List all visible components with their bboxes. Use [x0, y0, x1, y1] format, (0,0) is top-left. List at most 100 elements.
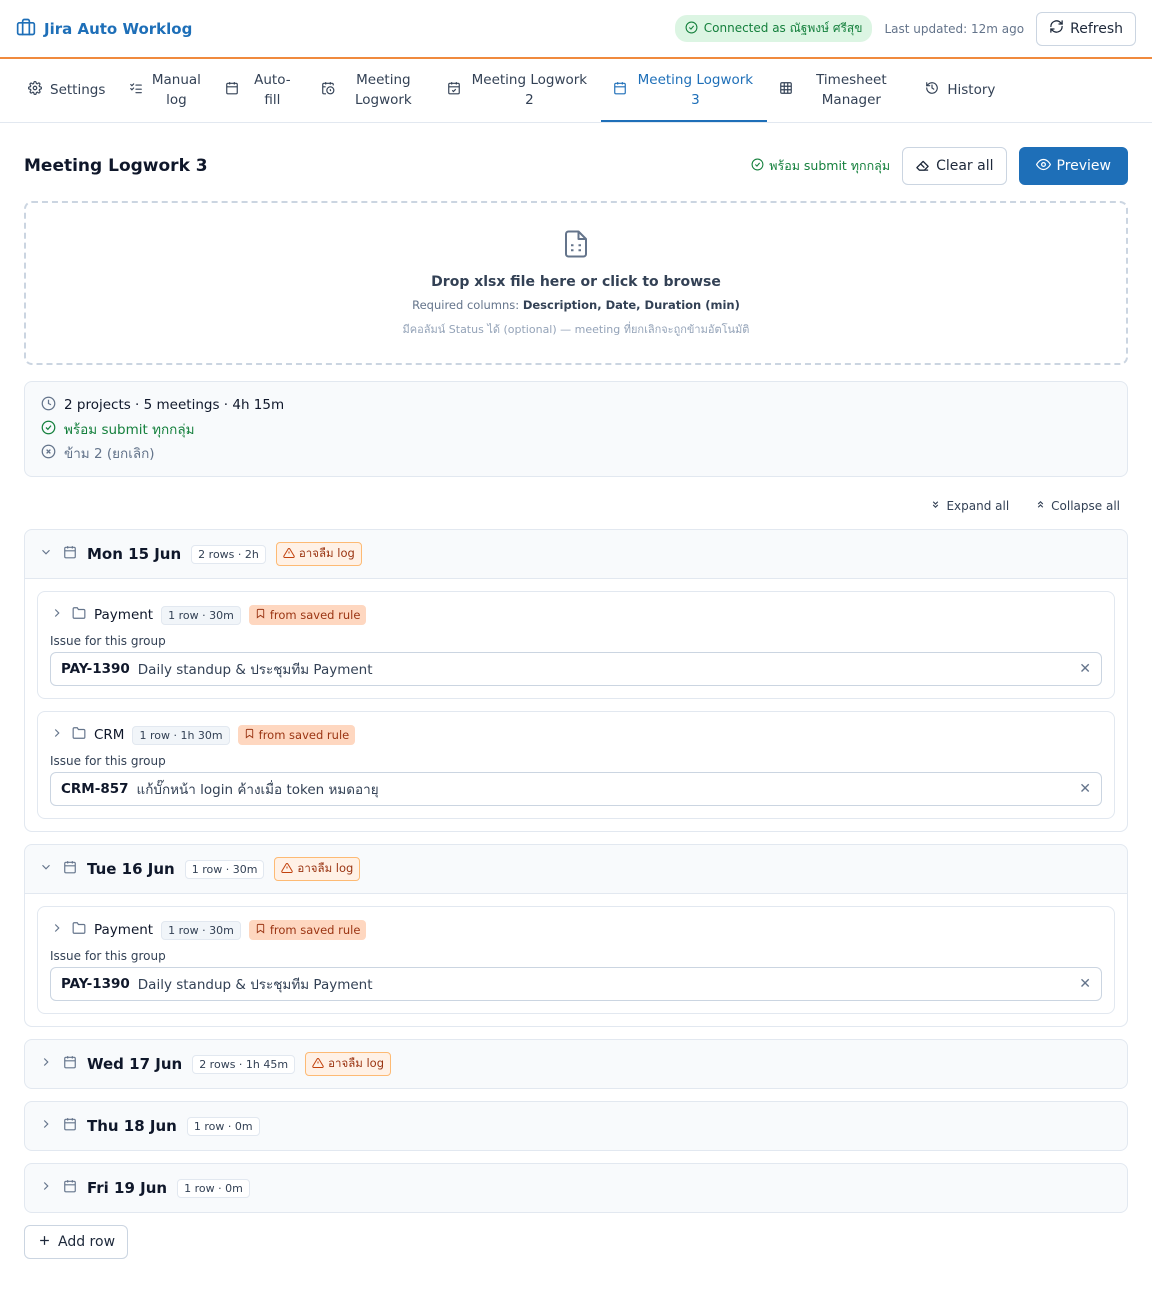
check-circle-icon [685, 21, 698, 37]
chevron-right-icon [39, 1055, 53, 1073]
tab-meeting-logwork-3[interactable]: Meeting Logwork 3 [601, 59, 768, 122]
day-header[interactable]: Thu 18 Jun 1 row · 0m [25, 1102, 1127, 1150]
summary-ready: พร้อม submit ทุกกลุ่ม [41, 420, 1111, 438]
issue-picker[interactable]: PAY-1390 Daily standup & ประชุมทีม Payme… [50, 967, 1102, 1001]
tab-label: History [947, 81, 996, 98]
calendar-icon [63, 1117, 77, 1135]
issue-picker[interactable]: CRM-857 แก้บั๊กหน้า login ค้างเมื่อ toke… [50, 772, 1102, 806]
check-circle-icon [41, 420, 56, 439]
calendar-icon [63, 545, 77, 563]
chevron-right-icon [50, 921, 64, 939]
day-header[interactable]: Tue 16 Jun 1 row · 30m อาจลืม log [25, 845, 1127, 893]
refresh-icon [1049, 19, 1064, 38]
app-title: Jira Auto Worklog [44, 19, 193, 38]
issue-key: CRM-857 [61, 781, 129, 797]
calendar-clock-icon [321, 81, 335, 99]
saved-rule-badge: from saved rule [237, 725, 356, 745]
day-title: Wed 17 Jun [87, 1055, 183, 1073]
project-group: CRM 1 row · 1h 30m from saved rule Issue… [37, 711, 1115, 819]
day-header[interactable]: Mon 15 Jun 2 rows · 2h อาจลืม log [25, 530, 1127, 578]
tab-settings[interactable]: Settings [16, 59, 117, 122]
chevron-right-icon [50, 726, 64, 744]
warning-badge: อาจลืม log [305, 1052, 392, 1076]
tab-auto-fill[interactable]: Auto-fill [213, 59, 309, 122]
file-dropzone[interactable]: Drop xlsx file here or click to browse R… [24, 201, 1128, 365]
refresh-button[interactable]: Refresh [1036, 11, 1136, 46]
x-circle-icon [41, 444, 56, 463]
saved-rule-badge: from saved rule [248, 920, 367, 940]
bookmark-icon [244, 728, 255, 742]
saved-rule-text: from saved rule [258, 728, 350, 742]
issue-picker[interactable]: PAY-1390 Daily standup & ประชุมทีม Payme… [50, 652, 1102, 686]
day-section: Fri 19 Jun 1 row · 0m [24, 1163, 1128, 1213]
warning-text: อาจลืม log [297, 861, 354, 875]
warning-text: อาจลืม log [298, 546, 355, 560]
group-header[interactable]: Payment 1 row · 30m from saved rule [50, 602, 1102, 628]
calendar-grid-icon [613, 81, 627, 99]
collapse-all-button[interactable]: Collapse all [1035, 497, 1120, 515]
dropzone-title: Drop xlsx file here or click to browse [431, 274, 721, 290]
tab-label: Settings [50, 81, 106, 98]
chevron-down-icon [39, 545, 53, 563]
group-name: Payment [94, 607, 154, 623]
summary-totals-text: 2 projects · 5 meetings · 4h 15m [64, 397, 285, 413]
warning-triangle-icon [281, 862, 294, 877]
tab-history[interactable]: History [913, 59, 1007, 122]
saved-rule-text: from saved rule [269, 923, 361, 937]
summary-ready-text: พร้อม submit ทุกกลุ่ม [64, 422, 195, 438]
group-header[interactable]: Payment 1 row · 30m from saved rule [50, 917, 1102, 943]
folder-icon [72, 726, 86, 744]
tab-timesheet-manager[interactable]: Timesheet Manager [767, 59, 913, 122]
group-header[interactable]: CRM 1 row · 1h 30m from saved rule [50, 722, 1102, 748]
tab-bar: Settings Manual log Auto-fill Meeting Lo… [0, 59, 1152, 123]
eye-icon [1035, 157, 1051, 176]
preview-label: Preview [1056, 158, 1112, 174]
issue-key: PAY-1390 [61, 976, 130, 992]
day-meta: 1 row · 30m [184, 859, 265, 879]
add-row-button[interactable]: Add row [24, 1225, 129, 1259]
tab-meeting-logwork[interactable]: Meeting Logwork [309, 59, 435, 122]
tab-label: Timesheet Manager [816, 71, 887, 108]
chevron-down-icon [39, 860, 53, 878]
group-meta: 1 row · 30m [161, 605, 241, 625]
app-header: Jira Auto Worklog Connected as ณัฐพงษ์ ศ… [0, 0, 1152, 59]
day-section: Wed 17 Jun 2 rows · 1h 45m อาจลืม log [24, 1039, 1128, 1089]
issue-summary: แก้บั๊กหน้า login ค้างเมื่อ token หมดอาย… [136, 782, 379, 798]
day-title: Mon 15 Jun [87, 545, 182, 563]
summary-totals: 2 projects · 5 meetings · 4h 15m [41, 396, 1111, 414]
day-title: Fri 19 Jun [87, 1179, 168, 1197]
calendar-icon [63, 1179, 77, 1197]
connection-badge: Connected as ณัฐพงษ์ ศรีสุข [674, 15, 873, 42]
issue-label: Issue for this group [50, 754, 166, 768]
bookmark-icon [255, 608, 266, 622]
day-header[interactable]: Fri 19 Jun 1 row · 0m [25, 1164, 1127, 1212]
tab-manual-log[interactable]: Manual log [117, 59, 213, 122]
expand-all-button[interactable]: Expand all [930, 497, 1009, 515]
preview-button[interactable]: Preview [1018, 147, 1128, 185]
chevron-right-icon [50, 606, 64, 624]
saved-rule-badge: from saved rule [248, 605, 367, 625]
check-circle-icon [751, 158, 764, 174]
day-section: Mon 15 Jun 2 rows · 2h อาจลืม log Paymen… [24, 529, 1128, 832]
issue-summary: Daily standup & ประชุมทีม Payment [137, 977, 373, 993]
day-header[interactable]: Wed 17 Jun 2 rows · 1h 45m อาจลืม log [25, 1040, 1127, 1088]
calendar-icon [63, 860, 77, 878]
refresh-label: Refresh [1070, 20, 1123, 37]
tab-meeting-logwork-2[interactable]: Meeting Logwork 2 [435, 59, 601, 122]
required-columns: Description, Date, Duration (min) [522, 298, 740, 312]
folder-icon [72, 606, 86, 624]
calendar-check-icon [447, 81, 461, 99]
group-name: CRM [94, 727, 125, 743]
clear-issue-icon[interactable]: ✕ [1079, 976, 1091, 992]
last-updated: Last updated: 12m ago [884, 21, 1025, 36]
eraser-icon [915, 157, 930, 176]
warning-text: อาจลืม log [328, 1056, 385, 1070]
clear-all-button[interactable]: Clear all [902, 147, 1007, 185]
issue-label: Issue for this group [50, 634, 166, 648]
issue-label: Issue for this group [50, 949, 166, 963]
clear-issue-icon[interactable]: ✕ [1079, 661, 1091, 677]
brand[interactable]: Jira Auto Worklog [16, 17, 192, 41]
briefcase-icon [16, 17, 36, 41]
warning-badge: อาจลืม log [274, 857, 361, 881]
clear-issue-icon[interactable]: ✕ [1079, 781, 1091, 797]
